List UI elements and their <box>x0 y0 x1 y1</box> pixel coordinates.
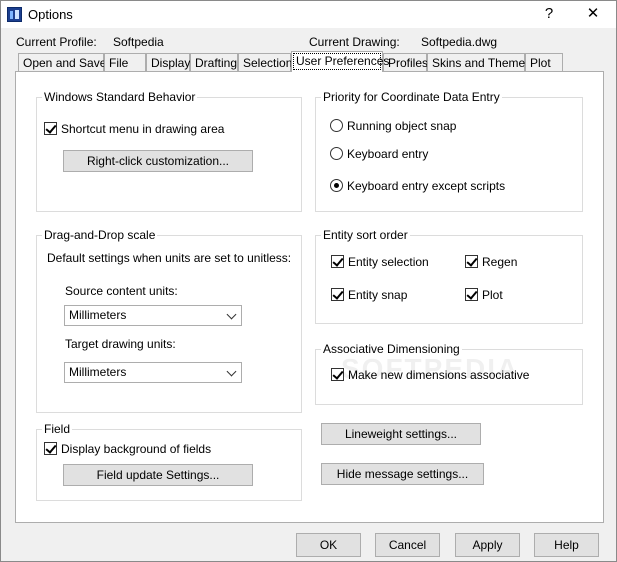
priority-title: Priority for Coordinate Data Entry <box>321 90 502 104</box>
tab-skins-and-themes[interactable]: Skins and Themes <box>427 53 531 71</box>
cancel-button[interactable]: Cancel <box>375 533 440 557</box>
chevron-down-icon <box>226 309 237 320</box>
plot-checkbox[interactable] <box>465 288 478 301</box>
options-dialog: Options ? ✕ Current Profile: Softpedia C… <box>0 0 617 562</box>
current-profile-label: Current Profile: <box>16 35 97 49</box>
keyboard-entry-label: Keyboard entry <box>347 147 429 161</box>
entity-sort-title: Entity sort order <box>321 228 410 242</box>
keyboard-entry-radio[interactable] <box>330 147 343 160</box>
entity-selection-checkbox[interactable] <box>331 255 344 268</box>
source-units-label: Source content units: <box>65 284 178 298</box>
tab-drafting[interactable]: Drafting <box>190 53 238 71</box>
app-icon <box>7 7 22 22</box>
entity-selection-label: Entity selection <box>348 255 429 269</box>
entity-sort-group <box>315 235 583 324</box>
target-units-select[interactable]: Millimeters <box>64 362 242 383</box>
tab-selection[interactable]: Selection <box>238 53 292 71</box>
help-icon[interactable]: ? <box>529 3 569 25</box>
current-drawing-label: Current Drawing: <box>309 35 400 49</box>
tab-user-preferences[interactable]: User Preferences <box>291 51 389 72</box>
display-background-label: Display background of fields <box>61 442 212 456</box>
running-object-snap-label: Running object snap <box>347 119 457 133</box>
shortcut-menu-checkbox[interactable] <box>44 122 57 135</box>
regen-checkbox[interactable] <box>465 255 478 268</box>
assoc-dim-title: Associative Dimensioning <box>321 342 462 356</box>
windows-behavior-title: Windows Standard Behavior <box>42 90 198 104</box>
tab-plot[interactable]: Plot <box>525 53 563 71</box>
regen-label: Regen <box>482 255 518 269</box>
help-button[interactable]: Help <box>534 533 599 557</box>
chevron-down-icon <box>226 366 237 377</box>
right-click-customization-button[interactable]: Right-click customization... <box>63 150 253 172</box>
user-preferences-panel: Windows Standard Behavior Shortcut menu … <box>15 71 604 523</box>
tab-profiles[interactable]: Profiles <box>383 53 428 71</box>
keyboard-entry-except-scripts-label: Keyboard entry except scripts <box>347 179 506 193</box>
drag-drop-title: Drag-and-Drop scale <box>42 228 158 242</box>
plot-label: Plot <box>482 288 503 302</box>
tab-file[interactable]: File <box>104 53 146 71</box>
tab-display[interactable]: Display <box>146 53 190 71</box>
target-units-label: Target drawing units: <box>65 337 176 351</box>
window-title: Options <box>28 7 73 22</box>
shortcut-menu-label: Shortcut menu in drawing area <box>61 122 225 136</box>
target-units-value: Millimeters <box>69 365 127 379</box>
apply-button[interactable]: Apply <box>455 533 520 557</box>
field-title: Field <box>42 422 73 436</box>
drag-drop-description: Default settings when units are set to u… <box>47 251 292 265</box>
title-bar: Options ? ✕ <box>1 1 616 28</box>
lineweight-settings-button[interactable]: Lineweight settings... <box>321 423 481 445</box>
make-associative-checkbox[interactable] <box>331 368 344 381</box>
current-profile-value: Softpedia <box>113 35 164 49</box>
running-object-snap-radio[interactable] <box>330 119 343 132</box>
make-associative-label: Make new dimensions associative <box>348 368 530 382</box>
current-drawing-value: Softpedia.dwg <box>421 35 498 49</box>
source-units-value: Millimeters <box>69 308 127 322</box>
entity-snap-label: Entity snap <box>348 288 408 302</box>
tab-open-and-save[interactable]: Open and Save <box>18 53 106 71</box>
entity-snap-checkbox[interactable] <box>331 288 344 301</box>
field-update-settings-button[interactable]: Field update Settings... <box>63 464 253 486</box>
display-background-checkbox[interactable] <box>44 442 57 455</box>
close-icon[interactable]: ✕ <box>573 3 613 25</box>
ok-button[interactable]: OK <box>296 533 361 557</box>
hide-message-settings-button[interactable]: Hide message settings... <box>321 463 484 485</box>
keyboard-entry-except-scripts-radio[interactable] <box>330 179 343 192</box>
source-units-select[interactable]: Millimeters <box>64 305 242 326</box>
